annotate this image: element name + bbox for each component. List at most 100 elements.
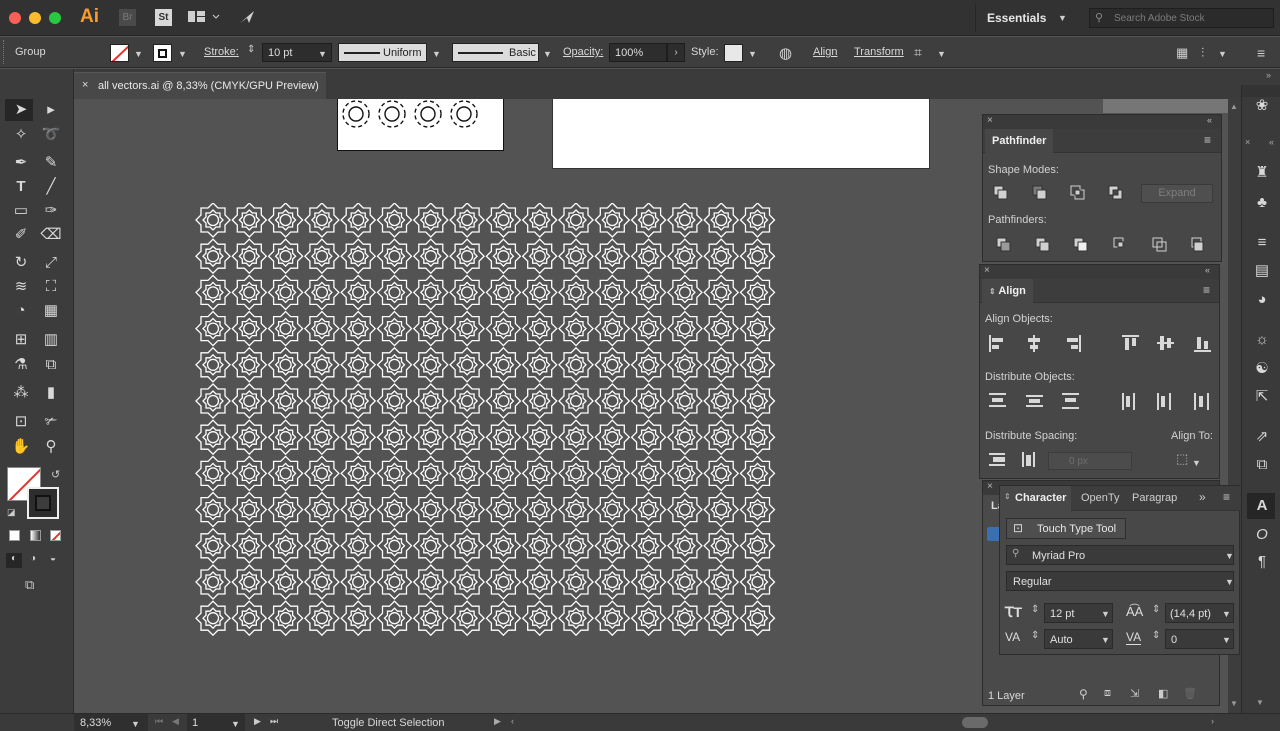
asset-export-icon[interactable]: ⇱ bbox=[1252, 387, 1272, 407]
pen-tool-icon[interactable]: ✒ bbox=[10, 152, 32, 174]
tracking-input[interactable]: 0 ▼ bbox=[1165, 629, 1234, 649]
rectangle-tool-icon[interactable]: ▭ bbox=[10, 200, 32, 222]
scroll-down-icon[interactable]: ▼ bbox=[1230, 699, 1238, 708]
dock-close-icon[interactable]: × bbox=[1245, 137, 1250, 147]
opacity-input[interactable]: 100% bbox=[609, 43, 667, 62]
draw-inside-icon[interactable]: ◒ bbox=[50, 553, 56, 564]
align-close-icon[interactable]: × bbox=[984, 265, 990, 276]
arrange-icon[interactable]: ▦ bbox=[1176, 45, 1188, 61]
color-mode-icon[interactable] bbox=[9, 530, 20, 541]
distribute-spacing-buttons[interactable] bbox=[989, 452, 1039, 470]
rotate-tool-icon[interactable]: ↻ bbox=[10, 252, 32, 274]
tracking-stepper-icon[interactable]: ⇕ bbox=[1152, 630, 1160, 641]
dock-scroll-down-icon[interactable]: ▼ bbox=[1256, 698, 1264, 707]
tab-pathfinder[interactable]: Pathfinder bbox=[985, 129, 1054, 153]
leading-input[interactable]: (14,4 pt) ▼ bbox=[1165, 603, 1234, 623]
stock-button[interactable]: St bbox=[155, 9, 172, 26]
next-artboard-icon[interactable]: ▶ bbox=[254, 716, 261, 727]
line-segment-tool-icon[interactable]: ╱ bbox=[40, 176, 62, 198]
transform-panel-link[interactable]: Transform bbox=[854, 46, 904, 58]
color-guide-icon[interactable]: ❀ bbox=[1252, 96, 1272, 116]
shaper-tool-icon[interactable]: ✐ bbox=[10, 224, 32, 246]
mesh-tool-icon[interactable]: ⊞ bbox=[10, 329, 32, 351]
artboard-select[interactable]: 1 ▼ bbox=[187, 714, 245, 731]
layers-close-icon[interactable]: × bbox=[987, 481, 993, 492]
opentype-panel-icon[interactable]: O bbox=[1252, 525, 1272, 545]
isolate-chevron-icon[interactable]: ▼ bbox=[937, 49, 946, 59]
more-tabs-icon[interactable]: » bbox=[1199, 490, 1206, 504]
first-artboard-icon[interactable]: ⏮ bbox=[155, 716, 163, 727]
locate-object-icon[interactable]: ⚲ bbox=[1079, 687, 1088, 701]
column-graph-tool-icon[interactable]: ▮ bbox=[40, 382, 62, 404]
align-objects-buttons[interactable] bbox=[989, 335, 1214, 355]
puppet-warp-icon[interactable]: ♜ bbox=[1252, 163, 1272, 183]
stroke-swatch[interactable] bbox=[153, 44, 172, 62]
publish-icon[interactable] bbox=[238, 9, 256, 28]
variable-width-profile-select[interactable]: Uniform bbox=[338, 43, 427, 62]
horizontal-scroll-thumb[interactable] bbox=[962, 717, 988, 728]
character-panel-icon[interactable]: A bbox=[1252, 496, 1272, 516]
eraser-tool-icon[interactable]: ⌫ bbox=[40, 224, 62, 246]
draw-behind-icon[interactable]: ◑ bbox=[30, 553, 36, 564]
curvature-tool-icon[interactable]: ✎ bbox=[40, 152, 62, 174]
tab-opentype[interactable]: OpenTy bbox=[1081, 492, 1120, 504]
align-panel-link[interactable]: Align bbox=[813, 46, 837, 58]
type-tool-icon[interactable]: T bbox=[10, 176, 32, 198]
tab-align[interactable]: ⇕ Align bbox=[982, 279, 1033, 303]
graphic-style-swatch[interactable] bbox=[724, 44, 743, 62]
workspace-chevron-icon[interactable]: ▼ bbox=[1058, 13, 1067, 23]
warp-tool-icon[interactable]: ≋ bbox=[10, 276, 32, 298]
transparency-icon[interactable]: ◕ bbox=[1252, 290, 1272, 310]
character-menu-icon[interactable]: ≡ bbox=[1223, 490, 1230, 504]
delete-layer-icon[interactable]: 🗑 bbox=[1183, 687, 1197, 700]
hand-tool-icon[interactable]: ✋ bbox=[10, 436, 32, 458]
new-layer-icon[interactable]: ◧ bbox=[1158, 687, 1168, 700]
workspace-switcher[interactable]: Essentials bbox=[987, 11, 1046, 25]
star-pattern-artwork[interactable] bbox=[195, 203, 780, 643]
artboard-tool-icon[interactable]: ⊡ bbox=[10, 411, 32, 433]
close-document-icon[interactable]: × bbox=[82, 79, 88, 91]
magic-wand-tool-icon[interactable]: ✧ bbox=[10, 124, 32, 146]
brush-definition-select[interactable]: Basic bbox=[452, 43, 539, 62]
fill-swatch[interactable] bbox=[110, 44, 129, 62]
default-colors-icon[interactable]: ◪ bbox=[7, 507, 16, 518]
font-family-select[interactable]: ⚲ Myriad Pro ▼ bbox=[1006, 545, 1234, 565]
minimize-window-button[interactable] bbox=[29, 12, 41, 24]
tab-character[interactable]: Character bbox=[1015, 492, 1066, 504]
stroke-panel-link[interactable]: Stroke: bbox=[204, 46, 239, 58]
dock-expand-icon[interactable]: « bbox=[1269, 137, 1274, 147]
stroke-color-box[interactable] bbox=[27, 487, 59, 519]
draw-normal-icon[interactable]: ◐ bbox=[6, 553, 22, 568]
font-size-input[interactable]: 12 pt ▼ bbox=[1044, 603, 1113, 623]
distribute-objects-buttons[interactable] bbox=[989, 393, 1214, 413]
expand-button[interactable]: Expand bbox=[1141, 184, 1213, 203]
none-mode-icon[interactable] bbox=[50, 530, 61, 541]
direct-selection-tool-icon[interactable]: ▸ bbox=[40, 99, 62, 121]
selection-tool-icon[interactable]: ➤ bbox=[10, 99, 32, 121]
pathfinder-collapse-icon[interactable]: « bbox=[1207, 115, 1212, 125]
align-menu-icon[interactable]: ≡ bbox=[1203, 283, 1210, 297]
gradient-mode-icon[interactable] bbox=[30, 530, 41, 541]
leading-stepper-icon[interactable]: ⇕ bbox=[1152, 604, 1160, 615]
opacity-panel-link[interactable]: Opacity: bbox=[563, 46, 603, 58]
touch-type-tool-button[interactable]: ⊡ Touch Type Tool bbox=[1006, 518, 1126, 539]
isolate-group-icon[interactable]: ⌗ bbox=[914, 44, 922, 61]
pathfinder-close-icon[interactable]: × bbox=[987, 115, 993, 126]
scale-tool-icon[interactable]: ⤢ bbox=[40, 252, 62, 274]
maximize-window-button[interactable] bbox=[49, 12, 61, 24]
stroke-stepper-icon[interactable]: ⇕ bbox=[247, 44, 255, 55]
create-sublayer-icon[interactable]: ⇲ bbox=[1130, 687, 1139, 700]
free-transform-tool-icon[interactable]: ⛶ bbox=[40, 276, 62, 298]
previous-artboard-icon[interactable]: ◀ bbox=[172, 716, 179, 727]
make-clipping-mask-icon[interactable]: ⧈ bbox=[1104, 687, 1111, 700]
stroke-chevron-icon[interactable]: ▼ bbox=[178, 49, 187, 59]
appearance-icon[interactable]: ☼ bbox=[1252, 330, 1272, 350]
stroke-panel-icon[interactable]: ≡ bbox=[1252, 233, 1272, 253]
zoom-tool-icon[interactable]: ⚲ bbox=[40, 436, 62, 458]
zoom-select[interactable]: 8,33% ▼ bbox=[74, 714, 148, 731]
document-tab[interactable]: × all vectors.ai @ 8,33% (CMYK/GPU Previ… bbox=[74, 72, 326, 99]
kerning-input[interactable]: Auto ▼ bbox=[1044, 629, 1113, 649]
shape-builder-tool-icon[interactable]: ◔ bbox=[10, 300, 32, 322]
spacing-input[interactable]: 0 px bbox=[1048, 452, 1132, 470]
lasso-tool-icon[interactable]: ➰ bbox=[40, 124, 62, 146]
